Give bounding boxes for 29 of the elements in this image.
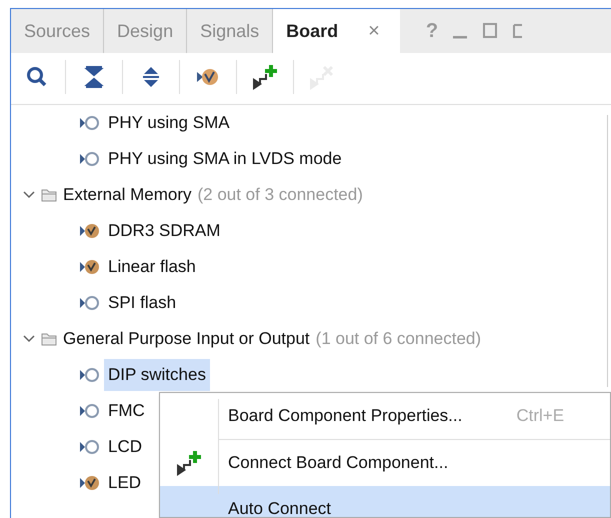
tree-group-label[interactable]: General Purpose Input or Output [63,326,310,352]
connect-icon[interactable] [252,64,278,90]
connected-count: (1 out of 6 connected) [316,328,482,350]
menu-item[interactable]: Auto Connect [160,486,610,517]
folder-icon [41,188,57,202]
connected-count: (2 out of 3 connected) [197,184,363,206]
close-button[interactable]: × [368,16,380,46]
tree-item[interactable]: LED [104,467,146,499]
tree-group-label[interactable]: External Memory [63,182,192,208]
menu-item[interactable]: Board Component Properties... Ctrl+E [160,393,610,439]
search-icon[interactable] [26,66,48,88]
tree-item[interactable]: PHY using SMA in LVDS mode [104,143,346,175]
chevron-down-icon[interactable] [23,333,35,345]
auto-connect-icon[interactable] [195,66,221,88]
tree-item[interactable]: DIP switches [104,359,210,391]
tree-item[interactable]: Linear flash [104,251,200,283]
tree-item[interactable]: PHY using SMA [104,107,234,139]
collapse-all-icon[interactable] [83,65,105,89]
tab[interactable]: Board [286,18,338,44]
folder-icon [41,332,57,346]
connect-icon[interactable] [176,450,202,476]
tree-item[interactable]: DDR3 SDRAM [104,215,224,247]
menu-item[interactable]: Connect Board Component... [160,440,610,486]
expand-all-icon[interactable] [140,65,162,89]
tree-item[interactable]: FMC [104,395,149,427]
shortcut-text: Ctrl+E [516,405,564,428]
chevron-down-icon[interactable] [23,189,35,201]
tree-item[interactable]: LCD [104,431,146,463]
tree-item[interactable]: SPI flash [104,287,180,319]
